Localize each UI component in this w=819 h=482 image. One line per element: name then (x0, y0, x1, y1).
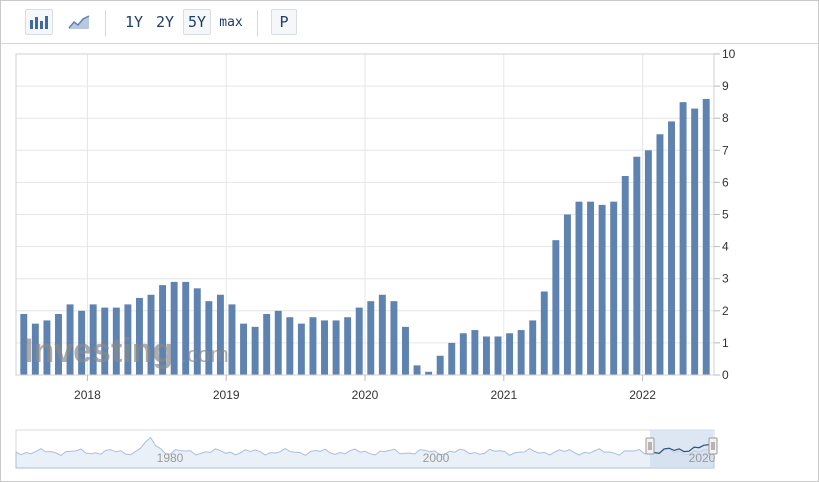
watermark-brand: Investing (24, 332, 173, 370)
bar[interactable] (402, 326, 409, 375)
bar[interactable] (679, 102, 687, 376)
y-axis: 0 1 2 3 4 5 6 7 8 9 10 (714, 47, 736, 382)
y-tick-label: 7 (722, 143, 729, 157)
y-tick-label: 0 (722, 368, 729, 382)
y-tick-label: 2 (722, 304, 729, 318)
bar[interactable] (668, 121, 675, 375)
bar[interactable] (656, 134, 664, 375)
bar[interactable] (598, 204, 606, 375)
bar[interactable] (263, 314, 271, 375)
y-tick-label: 1 (722, 336, 729, 350)
navigator[interactable]: 1980 2000 2020 (15, 429, 718, 469)
bar[interactable] (702, 98, 710, 375)
y-tick-label: 9 (722, 79, 729, 93)
y-tick-label: 8 (722, 111, 729, 125)
bar[interactable] (540, 291, 548, 375)
y-tick-label: 10 (722, 47, 736, 61)
bar[interactable] (621, 175, 629, 375)
y-tick-label: 4 (722, 240, 729, 254)
navigator-handle-left[interactable] (645, 437, 655, 455)
x-tick-label: 2021 (490, 388, 517, 402)
bar[interactable] (436, 355, 444, 375)
bar[interactable] (610, 201, 618, 375)
y-tick-label: 5 (722, 208, 729, 222)
bar[interactable] (240, 323, 248, 375)
bar[interactable] (552, 240, 560, 375)
bar[interactable] (633, 156, 641, 375)
bar[interactable] (286, 317, 294, 375)
x-tick-label: 2018 (74, 388, 101, 402)
x-tick-label: 2019 (213, 388, 240, 402)
bar[interactable] (575, 201, 583, 375)
bar[interactable] (471, 330, 479, 375)
bar[interactable] (390, 301, 398, 375)
y-tick-label: 6 (722, 175, 729, 189)
bar[interactable] (587, 201, 595, 375)
bar[interactable] (691, 108, 699, 375)
bar[interactable] (563, 214, 571, 376)
y-tick-label: 3 (722, 272, 729, 286)
bar[interactable] (644, 150, 652, 375)
bar[interactable] (459, 333, 467, 375)
bar[interactable] (378, 294, 386, 375)
bar[interactable] (413, 365, 421, 375)
x-tick-label: 2022 (629, 388, 656, 402)
bar[interactable] (482, 336, 490, 375)
bar[interactable] (344, 317, 352, 375)
watermark-suffix: .com (181, 342, 229, 367)
chart-area: Investing .com 0 1 2 3 4 5 6 7 8 9 10 2018 2019 2020… (15, 47, 736, 469)
bar[interactable] (274, 310, 282, 375)
navigator-tick-2020: 2020 (689, 451, 716, 465)
bar[interactable] (309, 317, 317, 375)
navigator-tick-1980: 1980 (157, 451, 184, 465)
bar[interactable] (228, 304, 236, 375)
bar[interactable] (251, 326, 259, 375)
bar[interactable] (448, 342, 456, 375)
bar[interactable] (355, 307, 363, 375)
bar[interactable] (297, 323, 305, 375)
bar[interactable] (494, 336, 502, 375)
bar[interactable] (367, 301, 375, 375)
bar[interactable] (506, 333, 514, 375)
navigator-tick-2000: 2000 (423, 451, 450, 465)
x-axis: 2018 2019 2020 2021 2022 (74, 375, 656, 402)
x-tick-label: 2020 (352, 388, 379, 402)
bar[interactable] (321, 320, 328, 375)
bar[interactable] (517, 330, 525, 375)
bar[interactable] (332, 320, 340, 375)
bar[interactable] (529, 320, 537, 375)
grid (16, 53, 714, 376)
